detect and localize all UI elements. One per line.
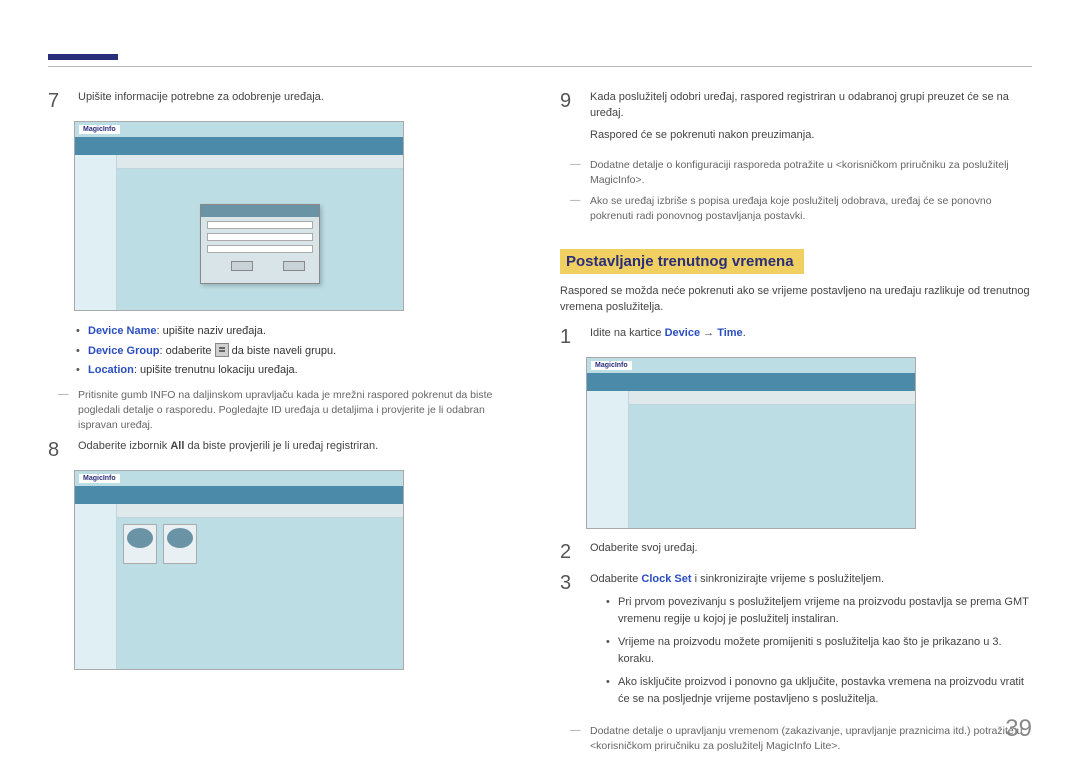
list-item: Ako isključite proizvod i ponovno ga ukl…	[604, 674, 1032, 708]
step-text: Upišite informacije potrebne za odobrenj…	[78, 90, 520, 113]
step3-bullets: Pri prvom povezivanju s poslužiteljem vr…	[604, 594, 1032, 708]
app-sidebar	[75, 504, 117, 669]
step-text: Idite na kartice Device → Time.	[590, 326, 1032, 349]
header-divider	[48, 66, 1032, 67]
header-accent-bar	[48, 54, 118, 60]
label-device-name: Device Name	[88, 325, 157, 337]
bullet-location: Location: upišite trenutnu lokaciju uređ…	[74, 362, 520, 380]
step-7: 7 Upišite informacije potrebne za odobre…	[48, 90, 520, 113]
page-number: 39	[1005, 715, 1032, 743]
note-config-details: Dodatne detalje o konfiguraciji raspored…	[570, 158, 1032, 188]
step-number: 8	[48, 439, 64, 462]
bold-all: All	[170, 440, 184, 452]
list-item: Vrijeme na proizvodu možete promijeniti …	[604, 634, 1032, 668]
step-8: 8 Odaberite izbornik All da biste provje…	[48, 439, 520, 462]
step-3: 3 Odaberite Clock Set i sinkronizirajte …	[560, 572, 1032, 716]
step-number: 1	[560, 326, 576, 349]
right-column: 9 Kada poslužitelj odobri uređaj, raspor…	[560, 90, 1032, 760]
label-device-group: Device Group	[88, 345, 160, 357]
note-device-delete: Ako se uređaj izbriše s popisa uređaja k…	[570, 194, 1032, 224]
app-topbar	[587, 373, 915, 391]
step-text: Odaberite izbornik All da biste provjeri…	[78, 439, 520, 462]
app-content	[629, 405, 915, 528]
link-time: Time	[717, 327, 742, 339]
app-logo: MagicInfo	[79, 474, 120, 483]
step-9: 9 Kada poslužitelj odobri uređaj, raspor…	[560, 90, 1032, 150]
step-text: Odaberite Clock Set i sinkronizirajte vr…	[590, 572, 1032, 716]
step-number: 2	[560, 541, 576, 564]
app-subtoolbar	[117, 155, 403, 169]
app-logo: MagicInfo	[79, 125, 120, 134]
step-number: 3	[560, 572, 576, 716]
note-info-remote: Pritisnite gumb INFO na daljinskom uprav…	[58, 388, 520, 434]
section-intro: Raspored se možda neće pokrenuti ako se …	[560, 284, 1032, 316]
step-text: Odaberite svoj uređaj.	[590, 541, 1032, 564]
screenshot-all-devices: MagicInfo	[74, 470, 404, 670]
label-location: Location	[88, 364, 134, 376]
step-text: Kada poslužitelj odobri uređaj, raspored…	[590, 90, 1032, 150]
app-sidebar	[75, 155, 117, 310]
app-content	[117, 169, 403, 310]
list-item: Pri prvom povezivanju s poslužiteljem vr…	[604, 594, 1032, 628]
bullet-device-name: Device Name: upišite naziv uređaja.	[74, 323, 520, 341]
link-clock-set: Clock Set	[641, 573, 691, 585]
step-number: 7	[48, 90, 64, 113]
bullet-device-group: Device Group: odaberite da biste naveli …	[74, 343, 520, 361]
step7-bullets: Device Name: upišite naziv uređaja. Devi…	[74, 323, 520, 380]
screenshot-approval-dialog: MagicInfo	[74, 121, 404, 311]
screenshot-device-time: MagicInfo	[586, 357, 916, 529]
app-sidebar	[587, 391, 629, 528]
app-subtoolbar	[629, 391, 915, 405]
step-2: 2 Odaberite svoj uređaj.	[560, 541, 1032, 564]
approval-dialog	[200, 204, 320, 284]
step-number: 9	[560, 90, 576, 150]
note-time-management: Dodatne detalje o upravljanju vremenom (…	[570, 724, 1032, 754]
device-card	[163, 524, 197, 564]
step-1: 1 Idite na kartice Device → Time.	[560, 326, 1032, 349]
link-device: Device	[665, 327, 700, 339]
group-select-icon	[215, 343, 229, 357]
left-column: 7 Upišite informacije potrebne za odobre…	[48, 90, 520, 760]
app-topbar	[75, 486, 403, 504]
content-columns: 7 Upišite informacije potrebne za odobre…	[48, 90, 1032, 760]
app-logo: MagicInfo	[591, 361, 632, 370]
device-card	[123, 524, 157, 564]
section-heading-time: Postavljanje trenutnog vremena	[560, 249, 804, 274]
app-subtoolbar	[117, 504, 403, 518]
app-topbar	[75, 137, 403, 155]
app-content	[117, 518, 403, 669]
